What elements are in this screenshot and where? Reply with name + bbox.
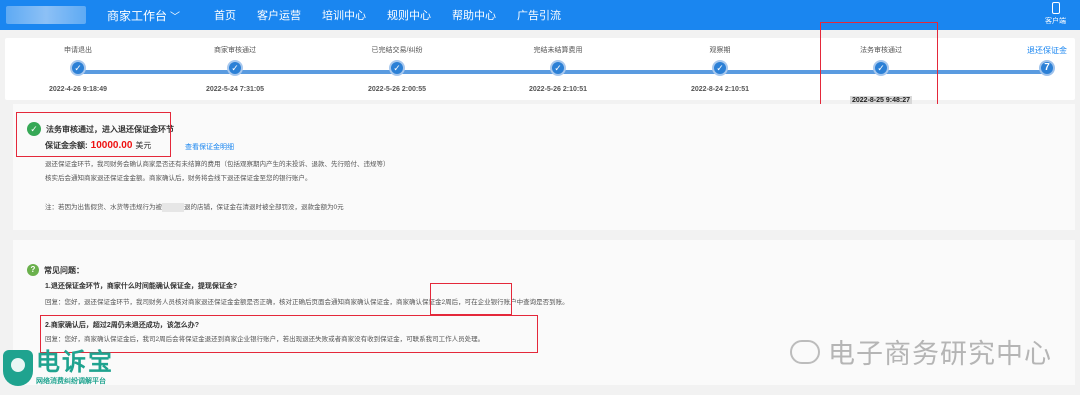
timeline-step: 观察期 ✓ 2022-8-24 2:10:51: [650, 38, 790, 93]
chat-bubble-icon: [790, 339, 820, 364]
nav-link-home[interactable]: 首页: [214, 7, 236, 23]
check-icon: ✓: [70, 60, 86, 76]
status-note-suffix: 退的店铺，保证金在清退时被全部罚没，退款金额为0元: [184, 204, 344, 211]
check-icon: ✓: [550, 60, 566, 76]
deposit-label: 保证金余额:: [45, 141, 88, 150]
top-nav: 商家工作台 ﹀ 首页 客户运营 培训中心 规则中心 帮助中心 广告引流 客户端: [0, 0, 1080, 30]
deposit-balance: 保证金余额: 10000.00 美元: [45, 140, 151, 151]
deposit-amount: 10000.00: [90, 140, 133, 151]
workspace-menu[interactable]: 商家工作台 ﹀: [107, 7, 180, 24]
progress-timeline: 申请退出 ✓ 2022-4-26 9:18:49 商家审核通过 ✓ 2022-5…: [5, 38, 1075, 105]
status-description-2: 核实后会通知商家退还保证金金额。商家确认后，财务将会线下退还保证金至您的银行账户…: [45, 175, 312, 182]
phone-icon: [1051, 2, 1060, 14]
check-circle-icon: ✓: [27, 122, 41, 136]
status-title: ✓ 法务审核通过，进入退还保证金环节: [27, 122, 174, 136]
question-icon: ?: [27, 264, 39, 276]
timeline-step: 完结未结算费用 ✓ 2022-5-26 2:10:51: [488, 38, 628, 93]
timeline-step: 商家审核通过 ✓ 2022-5-24 7:31:05: [165, 38, 305, 93]
logo-slogan: 网络消费纠纷调解平台: [36, 378, 106, 385]
step-time: 2022-4-26 9:18:49: [49, 86, 107, 93]
watermark-text: 电子商务研究中心: [828, 339, 1052, 369]
step-label: 观察期: [709, 47, 731, 54]
faq-heading-text: 常见问题：: [44, 265, 84, 275]
nav-link-customer-ops[interactable]: 客户运营: [257, 7, 301, 23]
status-title-text: 法务审核通过，进入退还保证金环节: [46, 124, 174, 134]
step-label: 退还保证金: [1027, 46, 1067, 55]
nav-link-training[interactable]: 培训中心: [322, 7, 366, 23]
site-logo: 电诉宝 网络消费纠纷调解平台: [3, 350, 114, 386]
status-panel: ✓ 法务审核通过，进入退还保证金环节 保证金余额: 10000.00 美元 查看保证…: [13, 104, 1075, 230]
faq-heading: ? 常见问题：: [27, 264, 84, 276]
workspace-label: 商家工作台: [107, 9, 168, 23]
faq-answer-2: 回复：您好，商家确认保证金后，我司2周后会将保证金退还到商家企业银行账户，若出现…: [45, 336, 485, 343]
faq-question-2: 2.商家确认后，超过2周仍未退还成功，该怎么办?: [45, 322, 200, 329]
watermark: 电子商务研究中心: [790, 332, 1052, 371]
step-time: 2022-5-26 2:10:51: [529, 86, 587, 93]
faq-question-1: 1.退还保证金环节，商家什么时间能确认保证金，提现保证金?: [45, 283, 238, 290]
check-icon: ✓: [873, 60, 889, 76]
chevron-down-icon: ﹀: [170, 12, 181, 23]
status-note: 注：若因为出售假货、水货等违规行为被 退的店铺，保证金在清退时被全部罚没，退款金额…: [45, 201, 344, 212]
nav-link-rules[interactable]: 规则中心: [387, 7, 431, 23]
timeline-step-current: 退还保证金 7: [977, 38, 1080, 86]
nav-links: 首页 客户运营 培训中心 规则中心 帮助中心 广告引流: [214, 7, 582, 23]
step-label: 商家审核通过: [214, 47, 256, 54]
check-icon: ✓: [389, 60, 405, 76]
check-icon: ✓: [712, 60, 728, 76]
check-icon: ✓: [227, 60, 243, 76]
deposit-currency: 美元: [135, 141, 152, 150]
client-label: 客户端: [1045, 18, 1066, 25]
view-deposit-details-link[interactable]: 查看保证金明细: [185, 142, 234, 152]
step-time: 2022-5-26 2:00:55: [368, 86, 426, 93]
step-label: 法务审核通过: [860, 47, 902, 54]
step-number-icon: 7: [1039, 60, 1055, 76]
step-label: 完结未结算费用: [533, 47, 583, 54]
timeline-step: 已完结交易/纠纷 ✓ 2022-5-26 2:00:55: [327, 38, 467, 93]
timeline-step: 申请退出 ✓ 2022-4-26 9:18:49: [8, 38, 148, 93]
step-time: 2022-5-24 7:31:05: [206, 86, 264, 93]
shield-icon: [3, 350, 33, 386]
nav-link-help[interactable]: 帮助中心: [452, 7, 496, 23]
status-note-prefix: 注：若因为出售假货、水货等违规行为被: [45, 204, 162, 211]
nav-link-ads[interactable]: 广告引流: [517, 7, 561, 23]
timeline-step: 法务审核通过 ✓ 2022-8-25 9:48:27: [811, 38, 951, 105]
redacted-text: [162, 202, 184, 212]
client-button[interactable]: 客户端: [1045, 2, 1066, 26]
blurred-brand-logo: [6, 6, 86, 24]
status-description-1: 退还保证金环节，我司财务会确认商家是否还有未结算的费用（包括观察期内产生的未投诉…: [45, 161, 390, 168]
step-label: 申请退出: [64, 47, 92, 54]
faq-answer-1: 回复：您好，退还保证金环节，我司财务人员核对商家退还保证金金额是否正确，核对正确…: [45, 299, 569, 306]
step-time: 2022-8-24 2:10:51: [691, 86, 749, 93]
logo-name: 电诉宝: [36, 349, 114, 376]
step-label: 已完结交易/纠纷: [371, 47, 423, 54]
